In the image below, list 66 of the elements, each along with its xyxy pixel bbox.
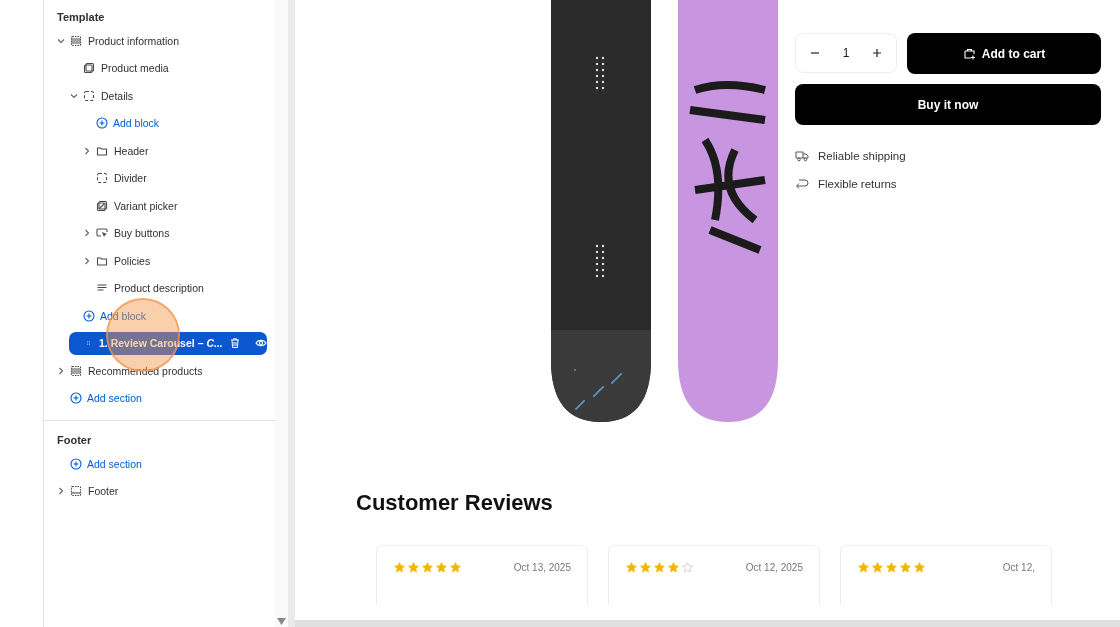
star-icon — [654, 562, 665, 573]
scroll-down-icon[interactable] — [277, 618, 286, 625]
tree-item[interactable]: Product description — [96, 282, 204, 295]
plus-circle-icon — [83, 309, 95, 322]
folder-icon — [96, 254, 108, 267]
tree-item[interactable]: Variant picker — [96, 199, 178, 212]
star-icon — [422, 562, 433, 573]
star-icon — [640, 562, 651, 573]
tree-item[interactable]: Details — [83, 89, 134, 102]
review-date: Oct 12, 2025 — [745, 562, 803, 573]
star-icon — [682, 562, 693, 573]
add-link[interactable]: Add block — [96, 117, 160, 130]
star-icon — [450, 562, 461, 573]
star-icon — [914, 562, 925, 573]
star-icon — [872, 562, 883, 573]
return-arrow-icon — [795, 178, 809, 190]
star-icon — [886, 562, 897, 573]
picker-icon — [96, 199, 108, 212]
folder-icon — [96, 144, 108, 157]
quantity-stepper[interactable]: 1 — [795, 33, 897, 73]
review-date: Oct 12, — [1002, 562, 1035, 573]
add-link[interactable]: Add section — [70, 457, 142, 470]
plus-icon — [872, 48, 883, 58]
trash-icon[interactable] — [228, 337, 241, 350]
chevron-right-icon[interactable] — [82, 228, 92, 239]
section-heading: Customer Reviews — [356, 490, 554, 516]
star-icon — [436, 562, 447, 573]
chevron-right-icon[interactable] — [82, 255, 92, 266]
tree-item[interactable]: Recommended products — [70, 364, 203, 377]
star-icon — [858, 562, 869, 573]
plus-circle-icon — [70, 457, 82, 470]
tree-item[interactable]: Header — [96, 144, 149, 157]
group-title: Template — [56, 10, 106, 25]
star-icon — [668, 562, 679, 573]
tree-item[interactable]: Policies — [96, 254, 151, 267]
tree-item[interactable]: Divider — [96, 172, 147, 185]
footer-icon — [70, 485, 82, 498]
review-date: Oct 13, 2025 — [513, 562, 571, 573]
star-icon — [394, 562, 405, 573]
section-icon — [70, 364, 82, 377]
group-title: Footer — [56, 433, 93, 448]
dashed-square-icon — [83, 89, 95, 102]
star-icon — [626, 562, 637, 573]
feature-text: Reliable shipping — [818, 150, 906, 162]
add-link[interactable]: Add section — [70, 392, 142, 405]
tree-item[interactable]: Product media — [83, 62, 169, 75]
star-icon — [900, 562, 911, 573]
dashed-square-icon — [96, 172, 108, 185]
quantity-value: 1 — [842, 46, 850, 60]
chevron-right-icon[interactable] — [82, 145, 92, 156]
plus-circle-icon — [70, 392, 82, 405]
media-icon — [83, 62, 95, 75]
bag-plus-icon — [962, 47, 976, 60]
chevron-right-icon[interactable] — [56, 365, 66, 376]
buy-now-button[interactable]: Buy it now — [795, 84, 1101, 125]
section-icon — [70, 34, 82, 47]
plus-circle-icon — [96, 117, 108, 130]
star-icon — [408, 562, 419, 573]
tree-item[interactable]: Buy buttons — [96, 227, 170, 240]
chevron-right-icon[interactable] — [56, 486, 66, 497]
truck-icon — [795, 150, 809, 162]
add-to-cart-button[interactable]: Add to cart — [907, 33, 1101, 74]
tree-item[interactable]: Product information — [70, 34, 180, 47]
cursor-button-icon — [96, 227, 108, 240]
feature-text: Flexible returns — [818, 178, 897, 190]
tree-item[interactable]: Footer — [70, 485, 119, 498]
